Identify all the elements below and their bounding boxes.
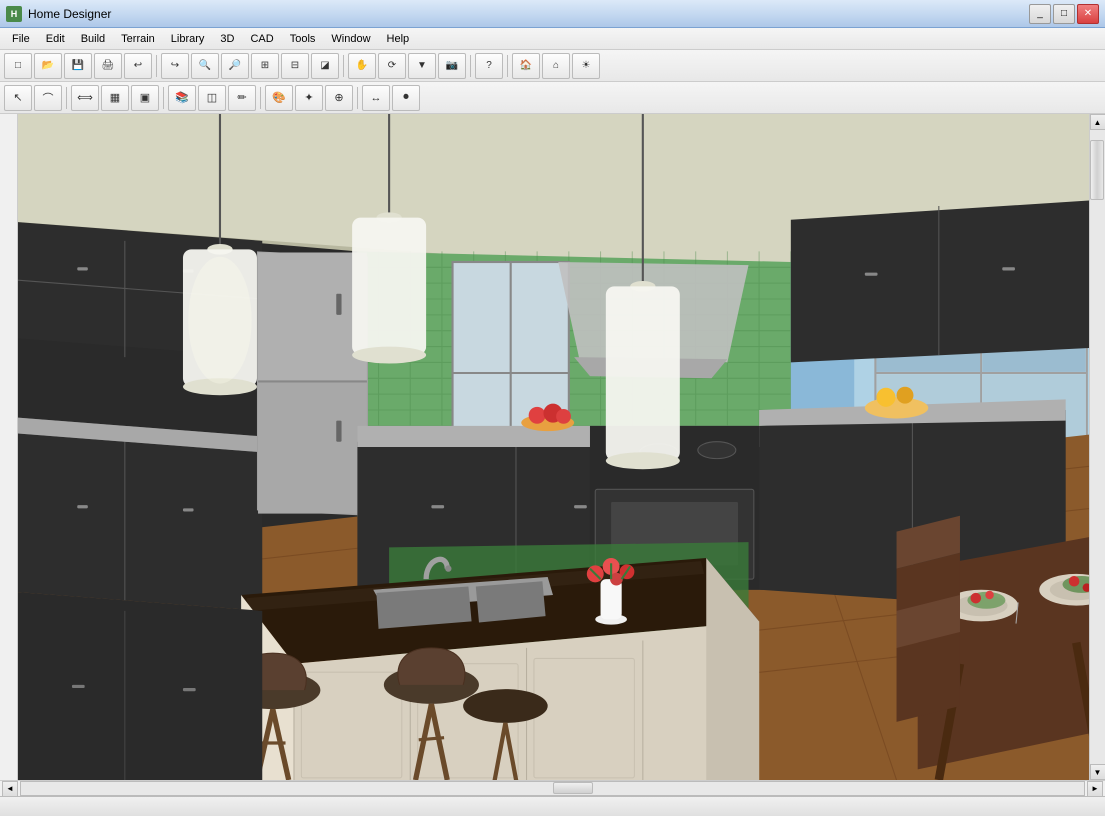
sun-button[interactable]: ☀ xyxy=(572,53,600,79)
select-button[interactable]: ↖ xyxy=(4,85,32,111)
scroll-thumb-horizontal[interactable] xyxy=(553,782,593,794)
library-button[interactable]: 📚 xyxy=(168,85,196,111)
zoom-in-button[interactable]: 🔎 xyxy=(221,53,249,79)
menu-item-cad[interactable]: CAD xyxy=(242,31,281,47)
menu-item-3d[interactable]: 3D xyxy=(212,31,242,47)
toolbar-1: □📂💾🖨↩ ↪🔍🔎⊞⊟◪ ✋⟳▼📷? 🏠⌂☀ xyxy=(0,50,1105,82)
scroll-track-vertical[interactable] xyxy=(1090,130,1105,764)
texture-button[interactable]: ◫ xyxy=(198,85,226,111)
menu-item-tools[interactable]: Tools xyxy=(282,31,324,47)
separator xyxy=(507,55,508,77)
material-button[interactable]: 🎨 xyxy=(265,85,293,111)
status-bar xyxy=(0,796,1105,816)
transform-button[interactable]: ↔ xyxy=(362,85,390,111)
minimize-button[interactable]: _ xyxy=(1029,4,1051,24)
house-button[interactable]: 🏠 xyxy=(512,53,540,79)
undo-button[interactable]: ↩ xyxy=(124,53,152,79)
print-button[interactable]: 🖨 xyxy=(94,53,122,79)
separator xyxy=(260,87,261,109)
left-sidebar xyxy=(0,114,18,780)
save-button[interactable]: 💾 xyxy=(64,53,92,79)
right-scrollbar: ▲ ▼ xyxy=(1089,114,1105,780)
close-button[interactable]: ✕ xyxy=(1077,4,1099,24)
separator xyxy=(163,87,164,109)
separator xyxy=(357,87,358,109)
separator xyxy=(66,87,67,109)
open-button[interactable]: 📂 xyxy=(34,53,62,79)
menu-item-library[interactable]: Library xyxy=(163,31,213,47)
window-controls: _ □ ✕ xyxy=(1029,4,1099,24)
separator xyxy=(470,55,471,77)
scroll-down-arrow[interactable]: ▼ xyxy=(1090,764,1105,780)
roof-button[interactable]: ⌂ xyxy=(542,53,570,79)
zoom-p-button[interactable]: ◪ xyxy=(311,53,339,79)
help-button[interactable]: ? xyxy=(475,53,503,79)
app-icon: H xyxy=(6,6,22,22)
3d-viewport[interactable] xyxy=(18,114,1089,780)
scroll-right-arrow[interactable]: ► xyxy=(1087,781,1103,797)
menu-item-terrain[interactable]: Terrain xyxy=(113,31,163,47)
menu-item-help[interactable]: Help xyxy=(379,31,418,47)
main-area: ▲ ▼ xyxy=(0,114,1105,780)
redo-button[interactable]: ↪ xyxy=(161,53,189,79)
wall-type-button[interactable]: ▦ xyxy=(101,85,129,111)
nav-button[interactable]: ▼ xyxy=(408,53,436,79)
orbit-button[interactable]: ⟳ xyxy=(378,53,406,79)
zoom-fit-button[interactable]: ⊞ xyxy=(251,53,279,79)
separator xyxy=(343,55,344,77)
record-button[interactable]: ⏺ xyxy=(392,85,420,111)
scroll-track-horizontal[interactable] xyxy=(20,781,1085,796)
zoom-win-button[interactable]: ⊟ xyxy=(281,53,309,79)
window-title: Home Designer xyxy=(28,7,1029,21)
separator xyxy=(156,55,157,77)
menu-item-edit[interactable]: Edit xyxy=(38,31,73,47)
menu-bar: FileEditBuildTerrainLibrary3DCADToolsWin… xyxy=(0,28,1105,50)
scroll-up-arrow[interactable]: ▲ xyxy=(1090,114,1105,130)
menu-item-file[interactable]: File xyxy=(4,31,38,47)
menu-item-window[interactable]: Window xyxy=(323,31,378,47)
cabinet-button[interactable]: ▣ xyxy=(131,85,159,111)
pan-button[interactable]: ✋ xyxy=(348,53,376,79)
bottom-scrollbar: ◄ ► xyxy=(0,780,1105,796)
new-button[interactable]: □ xyxy=(4,53,32,79)
magic-wand-button[interactable]: ✦ xyxy=(295,85,323,111)
toolbar-2: ↖⌒ ⟺▦▣ 📚◫✏ 🎨✦⊕ ↔⏺ xyxy=(0,82,1105,114)
menu-item-build[interactable]: Build xyxy=(73,31,113,47)
polyline-button[interactable]: ⌒ xyxy=(34,85,62,111)
move-button[interactable]: ⊕ xyxy=(325,85,353,111)
zoom-out-button[interactable]: 🔍 xyxy=(191,53,219,79)
dimension-button[interactable]: ⟺ xyxy=(71,85,99,111)
paint-button[interactable]: ✏ xyxy=(228,85,256,111)
maximize-button[interactable]: □ xyxy=(1053,4,1075,24)
scroll-left-arrow[interactable]: ◄ xyxy=(2,781,18,797)
title-bar: H Home Designer _ □ ✕ xyxy=(0,0,1105,28)
kitchen-scene xyxy=(18,114,1089,780)
cam-button[interactable]: 📷 xyxy=(438,53,466,79)
scroll-thumb-vertical[interactable] xyxy=(1090,140,1104,200)
